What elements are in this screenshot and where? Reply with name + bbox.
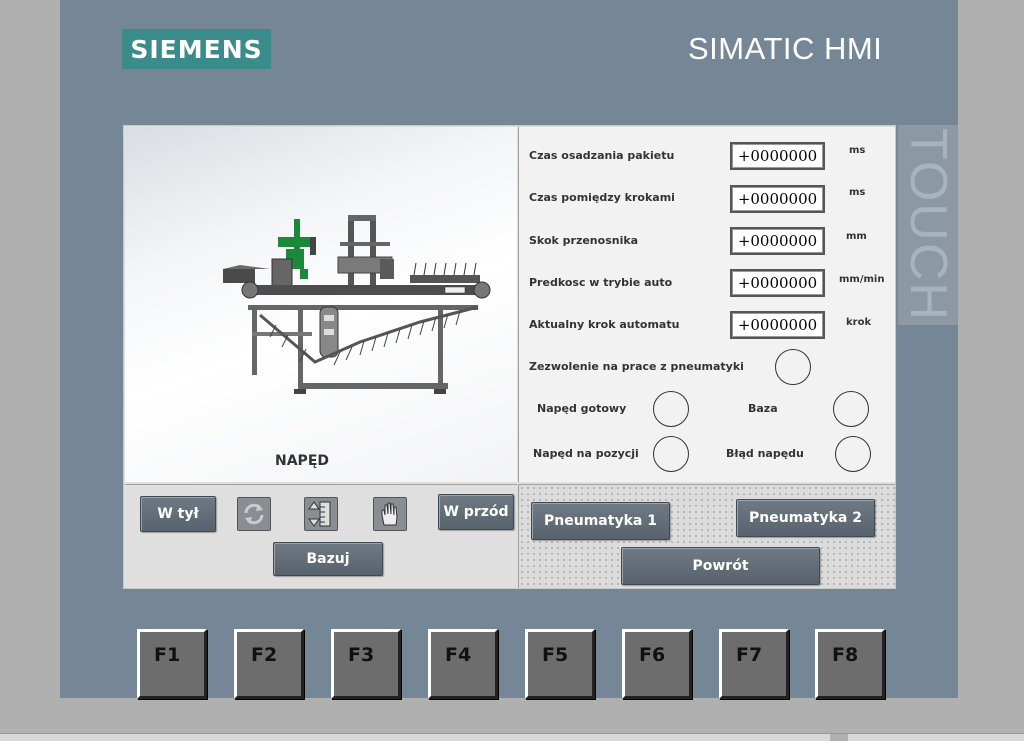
- f8-key[interactable]: F8: [815, 629, 885, 699]
- forward-button[interactable]: W przód: [438, 494, 514, 530]
- back-button[interactable]: W tył: [140, 496, 216, 532]
- f2-key[interactable]: F2: [234, 629, 304, 699]
- conveyor-pitch-unit: mm: [846, 231, 867, 242]
- pneumatics-1-button[interactable]: Pneumatyka 1: [531, 502, 670, 540]
- drive-error-indicator: [835, 436, 871, 472]
- machine-view: NAPĘD: [125, 127, 517, 482]
- settle-time-field[interactable]: +0000000: [730, 142, 825, 170]
- base-indicator: [833, 391, 869, 427]
- parameters-panel: Czas osadzania pakietu +0000000 ms Czas …: [518, 127, 895, 482]
- drive-in-position-indicator: [653, 436, 689, 472]
- f3-key[interactable]: F3: [331, 629, 401, 699]
- f1-key[interactable]: F1: [137, 629, 207, 699]
- hand-stop-icon[interactable]: [373, 497, 407, 531]
- current-step-unit: krok: [846, 317, 872, 328]
- step-time-field[interactable]: +0000000: [730, 185, 825, 213]
- drive-error-label: Błąd napędu: [726, 447, 804, 460]
- f3-label: F3: [348, 644, 375, 666]
- pneumatic-enable-indicator: [775, 349, 811, 385]
- current-step-field[interactable]: +0000000: [730, 311, 825, 339]
- drive-ready-indicator: [653, 391, 689, 427]
- f2-label: F2: [251, 644, 278, 666]
- f1-label: F1: [154, 644, 181, 666]
- f7-label: F7: [736, 644, 763, 666]
- bottom-strip: [0, 733, 1024, 741]
- drive-label: NAPĘD: [275, 453, 329, 469]
- auto-speed-field[interactable]: +0000000: [730, 269, 825, 297]
- f6-label: F6: [639, 644, 666, 666]
- hmi-screen: NAPĘD W tył W przód Bazuj Czas osadzania…: [123, 125, 896, 589]
- f5-key[interactable]: F5: [525, 629, 595, 699]
- param-label-current-step: Aktualny krok automatu: [529, 318, 680, 331]
- step-time-unit: ms: [849, 187, 866, 198]
- refresh-icon[interactable]: [237, 497, 271, 531]
- drive-controls: W tył W przód Bazuj: [125, 484, 517, 588]
- product-title: SIMATIC HMI: [688, 31, 883, 66]
- param-label-step-time: Czas pomiędzy krokami: [529, 191, 675, 204]
- pneumatic-enable-label: Zezwolenie na prace z pneumatyki: [529, 360, 744, 373]
- drive-in-position-label: Napęd na pozycji: [533, 447, 639, 460]
- f7-key[interactable]: F7: [719, 629, 789, 699]
- jog-icon[interactable]: [304, 497, 338, 531]
- f8-label: F8: [832, 644, 859, 666]
- touch-text: TOUCH: [899, 128, 957, 322]
- f4-label: F4: [445, 644, 472, 666]
- f4-key[interactable]: F4: [428, 629, 498, 699]
- home-button[interactable]: Bazuj: [273, 542, 383, 576]
- param-label-conveyor-pitch: Skok przenosnika: [529, 234, 639, 247]
- return-button[interactable]: Powrót: [621, 547, 820, 585]
- drive-ready-label: Napęd gotowy: [537, 402, 627, 415]
- touch-label: TOUCH: [898, 125, 958, 325]
- f6-key[interactable]: F6: [622, 629, 692, 699]
- auto-speed-unit: mm/min: [839, 274, 885, 285]
- settle-time-unit: ms: [849, 145, 866, 156]
- param-label-settle-time: Czas osadzania pakietu: [529, 149, 675, 162]
- base-label: Baza: [748, 402, 778, 415]
- f5-label: F5: [542, 644, 569, 666]
- conveyor-pitch-field[interactable]: +0000000: [730, 227, 825, 255]
- pneumatics-2-button[interactable]: Pneumatyka 2: [736, 499, 875, 537]
- param-label-auto-speed: Predkosc w trybie auto: [529, 276, 673, 289]
- siemens-logo: SIEMENS: [122, 29, 271, 69]
- conveyor-machine-image: [223, 215, 491, 394]
- navigation-controls: Pneumatyka 1 Pneumatyka 2 Powrót: [518, 484, 895, 588]
